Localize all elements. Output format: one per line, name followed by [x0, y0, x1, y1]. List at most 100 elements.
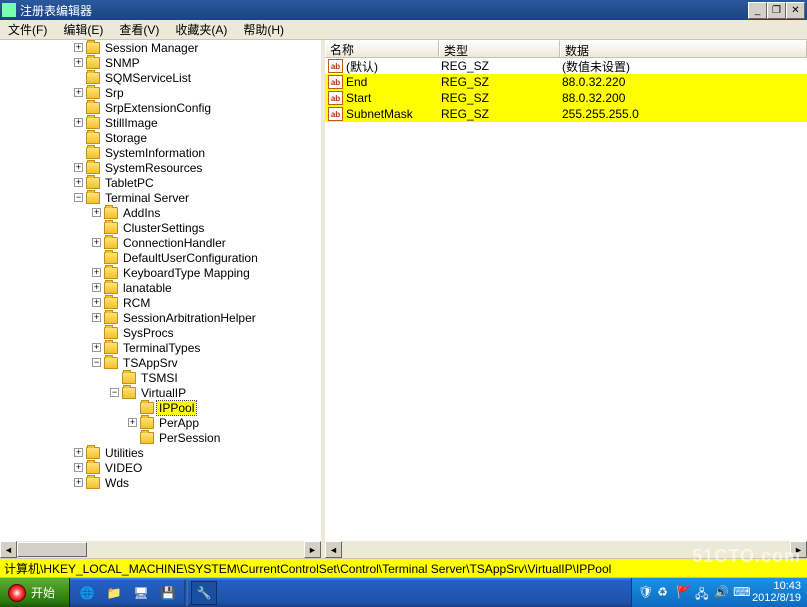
tree-node[interactable]: +ConnectionHandler: [2, 235, 321, 250]
tray-shield-icon[interactable]: 🛡: [638, 585, 653, 600]
tree-label[interactable]: IPPool: [157, 401, 196, 415]
expand-icon[interactable]: +: [92, 208, 101, 217]
expand-icon[interactable]: +: [92, 268, 101, 277]
tree-node[interactable]: +SNMP: [2, 55, 321, 70]
expand-icon[interactable]: +: [128, 418, 137, 427]
tree-node[interactable]: +Utilities: [2, 445, 321, 460]
ql-explorer-icon[interactable]: 📁: [101, 581, 127, 605]
expand-icon[interactable]: +: [74, 118, 83, 127]
menu-view[interactable]: 查看(V): [114, 20, 164, 39]
list-row[interactable]: abEndREG_SZ88.0.32.220: [325, 74, 807, 90]
expand-icon[interactable]: +: [92, 343, 101, 352]
tree-hscrollbar[interactable]: ◄ ►: [0, 541, 321, 558]
tree-node[interactable]: SysProcs: [2, 325, 321, 340]
tree-node[interactable]: + AddIns: [2, 205, 321, 220]
col-type[interactable]: 类型: [439, 40, 560, 57]
tray-recycle-icon[interactable]: ♻: [657, 585, 672, 600]
tree-label[interactable]: AddIns: [121, 206, 162, 220]
ql-ie-icon[interactable]: 🌐: [74, 581, 100, 605]
col-name[interactable]: 名称: [325, 40, 439, 57]
tree-label[interactable]: TSAppSrv: [121, 356, 180, 370]
expand-icon[interactable]: +: [74, 58, 83, 67]
tree-label[interactable]: ClusterSettings: [121, 221, 206, 235]
tree-label[interactable]: TSMSI: [139, 371, 180, 385]
expand-icon[interactable]: +: [74, 163, 83, 172]
maximize-button[interactable]: ❐: [767, 2, 786, 19]
tree-label[interactable]: SystemResources: [103, 161, 204, 175]
expand-icon[interactable]: +: [74, 88, 83, 97]
list-row[interactable]: ab(默认)REG_SZ(数值未设置): [325, 58, 807, 74]
tree-node[interactable]: +SessionArbitrationHelper: [2, 310, 321, 325]
tree-label[interactable]: VirtualIP: [139, 386, 188, 400]
tree-node[interactable]: SystemInformation: [2, 145, 321, 160]
tree-node[interactable]: +Wds: [2, 475, 321, 490]
tree-node[interactable]: IPPool: [2, 400, 321, 415]
tree-node[interactable]: + TerminalTypes: [2, 340, 321, 355]
close-button[interactable]: ✕: [786, 2, 805, 19]
expand-icon[interactable]: +: [74, 43, 83, 52]
expand-icon[interactable]: +: [74, 178, 83, 187]
list-body[interactable]: ab(默认)REG_SZ(数值未设置)abEndREG_SZ88.0.32.22…: [325, 58, 807, 541]
ql-desktop-icon[interactable]: 🖥: [128, 581, 154, 605]
scroll-right-button[interactable]: ►: [790, 541, 807, 558]
tree-node[interactable]: + SystemResources: [2, 160, 321, 175]
tree-label[interactable]: KeyboardType Mapping: [121, 266, 252, 280]
menu-help[interactable]: 帮助(H): [238, 20, 289, 39]
collapse-icon[interactable]: −: [92, 358, 101, 367]
tree-label[interactable]: PerApp: [157, 416, 201, 430]
list-row[interactable]: abStartREG_SZ88.0.32.200: [325, 90, 807, 106]
expand-icon[interactable]: +: [74, 463, 83, 472]
tree-label[interactable]: DefaultUserConfiguration: [121, 251, 260, 265]
tree-node[interactable]: + Srp: [2, 85, 321, 100]
menu-file[interactable]: 文件(F): [3, 20, 52, 39]
expand-icon[interactable]: +: [92, 238, 101, 247]
expand-icon[interactable]: +: [92, 313, 101, 322]
list-hscrollbar[interactable]: ◄ ►: [325, 541, 807, 558]
menu-favorites[interactable]: 收藏夹(A): [170, 20, 232, 39]
tree-label[interactable]: StillImage: [103, 116, 160, 130]
tree-node[interactable]: ClusterSettings: [2, 220, 321, 235]
scroll-thumb[interactable]: [17, 542, 87, 557]
tree-node[interactable]: PerSession: [2, 430, 321, 445]
tree-label[interactable]: SQMServiceList: [103, 71, 193, 85]
tree-node[interactable]: + StillImage: [2, 115, 321, 130]
tray-sound-icon[interactable]: 🔊: [714, 585, 729, 600]
tree-node[interactable]: Storage: [2, 130, 321, 145]
tree-label[interactable]: SystemInformation: [103, 146, 207, 160]
tree-node[interactable]: +RCM: [2, 295, 321, 310]
tree-label[interactable]: lanatable: [121, 281, 174, 295]
scroll-left-button[interactable]: ◄: [0, 541, 17, 558]
tray-network-icon[interactable]: 🖧: [695, 585, 710, 600]
tray-ime-icon[interactable]: ⌨: [733, 585, 748, 600]
tree-node[interactable]: + TabletPC: [2, 175, 321, 190]
tree-label[interactable]: Srp: [103, 86, 126, 100]
tray-clock[interactable]: 10:43 2012/8/19: [752, 581, 801, 604]
tree-node[interactable]: SQMServiceList: [2, 70, 321, 85]
tree-label[interactable]: TerminalTypes: [121, 341, 202, 355]
tree-node[interactable]: − TSAppSrv: [2, 355, 321, 370]
tree-label[interactable]: SrpExtensionConfig: [103, 101, 213, 115]
tree-label[interactable]: TabletPC: [103, 176, 156, 190]
tree-node[interactable]: + KeyboardType Mapping: [2, 265, 321, 280]
scroll-right-button[interactable]: ►: [304, 541, 321, 558]
minimize-button[interactable]: _: [748, 2, 767, 19]
tree-label[interactable]: Utilities: [103, 446, 146, 460]
tree-label[interactable]: PerSession: [157, 431, 222, 445]
start-button[interactable]: 开始: [0, 578, 70, 607]
tree-label[interactable]: Session Manager: [103, 41, 200, 55]
collapse-icon[interactable]: −: [74, 193, 83, 202]
expand-icon[interactable]: +: [92, 283, 101, 292]
ql-server-icon[interactable]: 💾: [155, 581, 181, 605]
collapse-icon[interactable]: −: [110, 388, 119, 397]
list-row[interactable]: abSubnetMaskREG_SZ255.255.255.0: [325, 106, 807, 122]
tree-label[interactable]: SysProcs: [121, 326, 176, 340]
tree-node[interactable]: DefaultUserConfiguration: [2, 250, 321, 265]
tree-node[interactable]: TSMSI: [2, 370, 321, 385]
tree-node[interactable]: −Terminal Server: [2, 190, 321, 205]
tree-node[interactable]: SrpExtensionConfig: [2, 100, 321, 115]
tree-label[interactable]: Storage: [103, 131, 149, 145]
tree-node[interactable]: +VIDEO: [2, 460, 321, 475]
expand-icon[interactable]: +: [92, 298, 101, 307]
tree-node[interactable]: + Session Manager: [2, 40, 321, 55]
col-data[interactable]: 数据: [560, 40, 807, 57]
